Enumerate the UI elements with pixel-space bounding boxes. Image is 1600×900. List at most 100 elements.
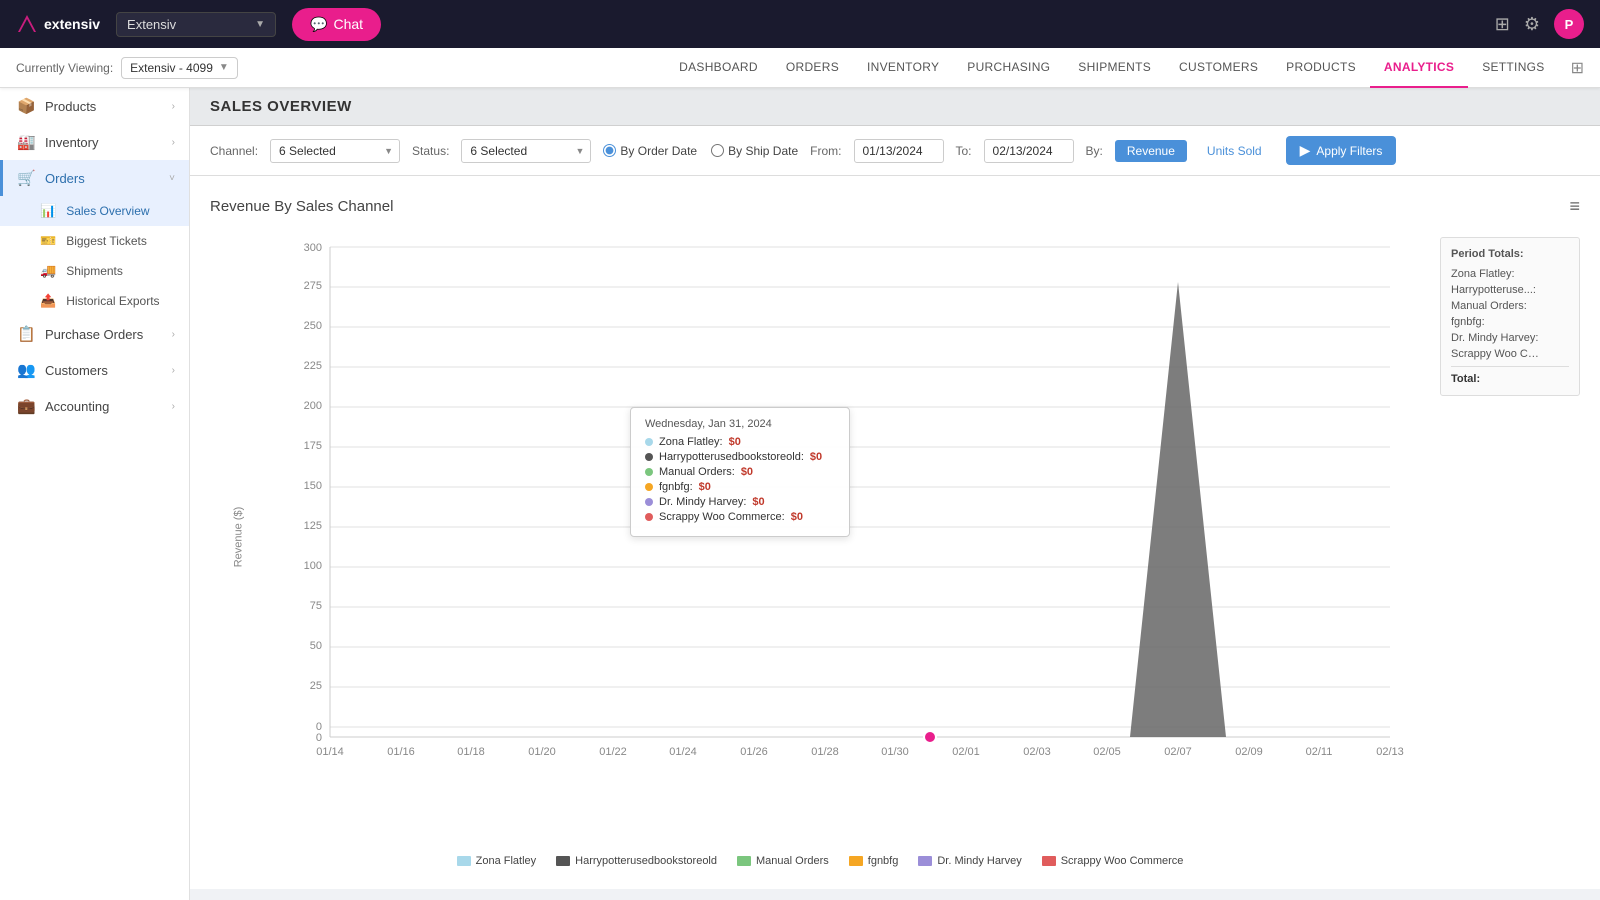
by-ship-date-radio[interactable]: By Ship Date: [711, 144, 798, 158]
legend-swatch-mindy: [918, 856, 932, 866]
revenue-button[interactable]: Revenue: [1115, 140, 1187, 162]
channel-label: Channel:: [210, 144, 258, 158]
svg-text:25: 25: [310, 680, 322, 692]
svg-text:02/11: 02/11: [1306, 746, 1333, 758]
sidebar-subitem-shipments[interactable]: 🚚 Shipments: [0, 256, 189, 286]
chart-menu-icon[interactable]: ≡: [1569, 196, 1580, 217]
svg-text:01/14: 01/14: [316, 746, 344, 758]
sidebar-inventory-label: Inventory: [45, 135, 98, 150]
svg-text:225: 225: [304, 360, 322, 372]
svg-text:02/07: 02/07: [1164, 746, 1192, 758]
nav-dashboard[interactable]: DASHBOARD: [665, 48, 772, 88]
svg-text:275: 275: [304, 280, 322, 292]
svg-text:100: 100: [304, 560, 322, 572]
page-title: SALES OVERVIEW: [210, 98, 1580, 115]
chat-icon: 💬: [310, 16, 327, 33]
svg-text:0: 0: [316, 732, 322, 744]
svg-text:300: 300: [304, 242, 322, 254]
nav-analytics[interactable]: ANALYTICS: [1370, 48, 1468, 88]
chart-header: Revenue By Sales Channel ≡: [190, 186, 1600, 227]
svg-text:02/09: 02/09: [1235, 746, 1263, 758]
legend-swatch-harry: [556, 856, 570, 866]
by-order-date-radio[interactable]: By Order Date: [603, 144, 697, 158]
avatar[interactable]: P: [1554, 9, 1584, 39]
main-content: SALES OVERVIEW Channel: 6 Selected Statu…: [190, 88, 1600, 900]
chart-legend: Zona Flatley Harrypotterusedbookstoreold…: [200, 847, 1440, 879]
status-select[interactable]: 6 Selected: [461, 139, 591, 163]
date-type-group: By Order Date By Ship Date: [603, 144, 798, 158]
chat-label: Chat: [333, 16, 363, 32]
by-label: By:: [1086, 144, 1103, 158]
legend-mindy: Dr. Mindy Harvey: [918, 855, 1021, 867]
svg-text:01/26: 01/26: [740, 746, 768, 758]
from-date-input[interactable]: [854, 139, 944, 163]
legend-fgnbfg: fgnbfg: [849, 855, 899, 867]
chart-svg: 0 0 25 50 75 100 125 150 175 200 225 250: [290, 227, 1420, 807]
nav-inventory[interactable]: INVENTORY: [853, 48, 953, 88]
nav-products[interactable]: PRODUCTS: [1272, 48, 1370, 88]
accounting-icon: 💼: [17, 397, 35, 415]
period-totals-title: Period Totals:: [1451, 248, 1569, 260]
from-label: From:: [810, 144, 841, 158]
sidebar-subitem-biggest-tickets[interactable]: 🎫 Biggest Tickets: [0, 226, 189, 256]
sidebar-item-inventory[interactable]: 🏭 Inventory ›: [0, 124, 189, 160]
nav-customers[interactable]: CUSTOMERS: [1165, 48, 1272, 88]
sidebar-item-purchase-orders[interactable]: 📋 Purchase Orders ›: [0, 316, 189, 352]
period-row-harry: Harrypotteruse...:: [1451, 284, 1569, 296]
sidebar-item-orders[interactable]: 🛒 Orders ˅: [0, 160, 189, 196]
tenant-select-chevron-icon: ▼: [219, 62, 229, 73]
tenant-dropdown[interactable]: Extensiv ▼: [116, 12, 276, 37]
period-row-mindy: Dr. Mindy Harvey:: [1451, 332, 1569, 344]
sales-overview-icon: 📊: [40, 203, 56, 219]
sidebar-subitem-historical-exports[interactable]: 📤 Historical Exports: [0, 286, 189, 316]
period-name-harry: Harrypotteruse...:: [1451, 284, 1536, 296]
sidebar-item-products[interactable]: 📦 Products ›: [0, 88, 189, 124]
purchase-orders-icon: 📋: [17, 325, 35, 343]
period-name-mindy: Dr. Mindy Harvey:: [1451, 332, 1538, 344]
to-label: To:: [956, 144, 972, 158]
main-layout: 📦 Products › 🏭 Inventory › 🛒 Orders ˅ 📊 …: [0, 88, 1600, 900]
units-button[interactable]: Units Sold: [1199, 140, 1270, 162]
chart-svg-wrapper: Revenue ($): [200, 227, 1440, 847]
legend-label-mindy: Dr. Mindy Harvey: [937, 855, 1021, 867]
svg-text:02/05: 02/05: [1093, 746, 1121, 758]
avatar-initials: P: [1565, 17, 1574, 32]
channel-select[interactable]: 6 Selected: [270, 139, 400, 163]
app-logo: extensiv: [16, 13, 100, 35]
apply-filters-button[interactable]: ▶ Apply Filters: [1286, 136, 1397, 165]
grid-icon[interactable]: ⊞: [1495, 14, 1510, 35]
period-row-zona: Zona Flatley:: [1451, 268, 1569, 280]
legend-label-fgnbfg: fgnbfg: [868, 855, 899, 867]
sidebar-subitem-sales-overview[interactable]: 📊 Sales Overview: [0, 196, 189, 226]
biggest-tickets-icon: 🎫: [40, 233, 56, 249]
to-date-input[interactable]: [984, 139, 1074, 163]
nav-shipments[interactable]: SHIPMENTS: [1064, 48, 1165, 88]
view-grid-icon[interactable]: ⊞: [1571, 60, 1584, 77]
y-axis-label: Revenue ($): [232, 507, 244, 568]
sidebar-item-accounting[interactable]: 💼 Accounting ›: [0, 388, 189, 424]
legend-label-harry: Harrypotterusedbookstoreold: [575, 855, 717, 867]
sidebar-accounting-label: Accounting: [45, 399, 109, 414]
legend-manual: Manual Orders: [737, 855, 829, 867]
nav-settings[interactable]: SETTINGS: [1468, 48, 1558, 88]
inventory-icon: 🏭: [17, 133, 35, 151]
orders-icon: 🛒: [17, 169, 35, 187]
sidebar-biggest-tickets-label: Biggest Tickets: [66, 234, 147, 248]
tenant-selector[interactable]: Extensiv - 4099 ▼: [121, 57, 238, 79]
svg-text:250: 250: [304, 320, 322, 332]
nav-orders[interactable]: ORDERS: [772, 48, 853, 88]
svg-text:01/20: 01/20: [528, 746, 556, 758]
svg-text:125: 125: [304, 520, 322, 532]
svg-text:01/16: 01/16: [387, 746, 415, 758]
sidebar-item-customers[interactable]: 👥 Customers ›: [0, 352, 189, 388]
sidebar-purchase-orders-label: Purchase Orders: [45, 327, 143, 342]
tenant-value: Extensiv - 4099: [130, 61, 213, 75]
chart-title: Revenue By Sales Channel: [210, 198, 393, 215]
by-ship-date-label: By Ship Date: [728, 144, 798, 158]
settings-icon[interactable]: ⚙: [1524, 14, 1540, 35]
nav-purchasing[interactable]: PURCHASING: [953, 48, 1064, 88]
chat-button[interactable]: 💬 Chat: [292, 8, 381, 41]
apply-label: Apply Filters: [1316, 144, 1382, 158]
legend-label-zona: Zona Flatley: [476, 855, 537, 867]
purchase-orders-chevron-icon: ›: [172, 329, 175, 340]
